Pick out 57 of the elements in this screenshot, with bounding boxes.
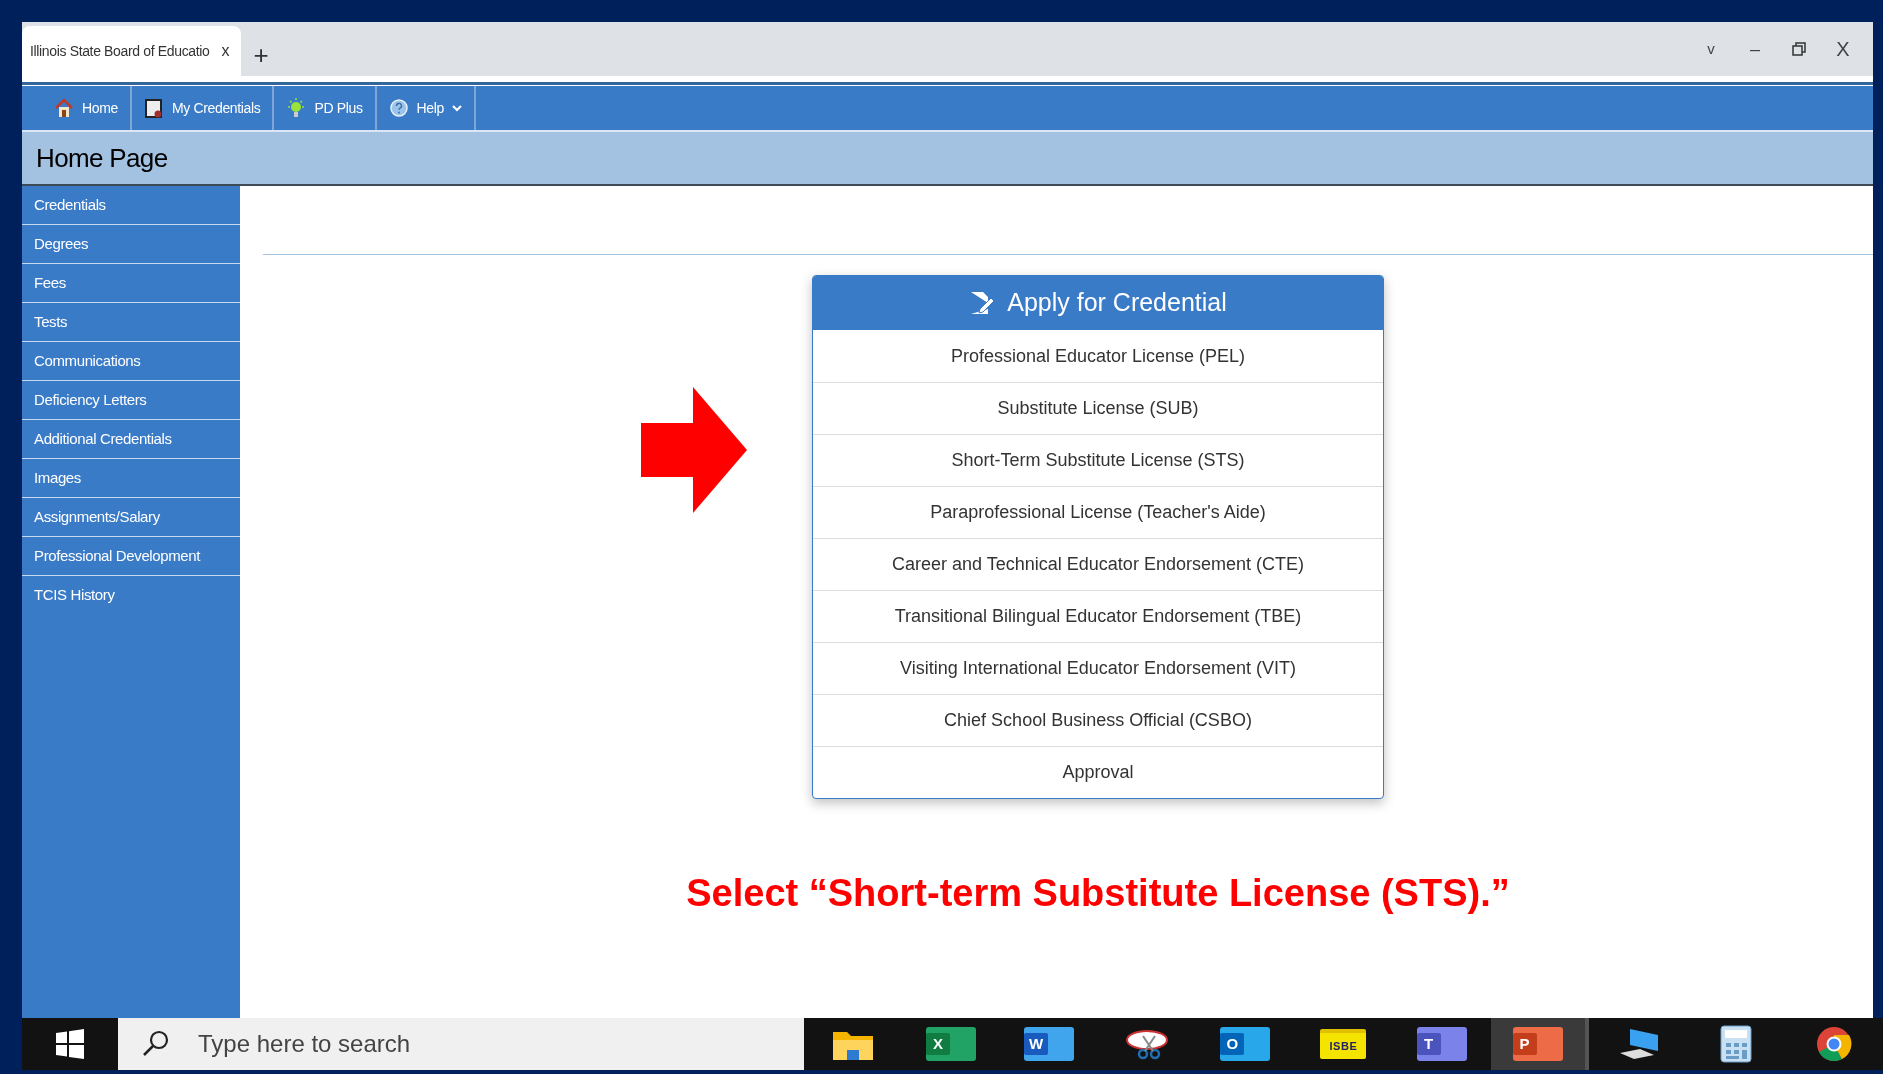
nav-link[interactable]: PD Plus	[274, 86, 377, 130]
sidebar-item[interactable]: Communications	[22, 342, 240, 381]
sidebar-item[interactable]: Fees	[22, 264, 240, 303]
license-option[interactable]: Transitional Bilingual Educator Endorsement (TBE)	[813, 590, 1383, 642]
license-option[interactable]: Substitute License (SUB)	[813, 382, 1383, 434]
instruction-text: Select “Short-term Substitute License (STS).”	[686, 871, 1510, 916]
license-option[interactable]: Visiting International Educator Endorsement (VIT)	[813, 642, 1383, 694]
sidebar-item[interactable]: Images	[22, 459, 240, 498]
card-title: Apply for Credential	[1007, 287, 1227, 319]
license-option[interactable]: Career and Technical Educator Endorsement (CTE)	[813, 538, 1383, 590]
restore-icon	[1792, 42, 1806, 56]
restore-button[interactable]	[1789, 42, 1809, 56]
browser-icon	[1814, 1025, 1853, 1063]
sidebar-item[interactable]: Professional Development	[22, 537, 240, 576]
chat-app-icon: T	[1416, 1027, 1467, 1061]
taskbar-app[interactable]: O	[1196, 1018, 1295, 1070]
windows-icon	[55, 1029, 85, 1059]
lightbulb-icon	[286, 98, 307, 118]
spreadsheet-app-icon: X	[926, 1027, 977, 1061]
certificate-icon	[143, 98, 164, 118]
close-tab-button[interactable]: x	[219, 39, 232, 63]
home-icon	[54, 98, 74, 118]
tab-title: Illinois State Board of Educatio	[30, 41, 210, 61]
nav-link[interactable]: Home	[42, 86, 132, 130]
help-icon	[388, 98, 409, 118]
nav-link[interactable]: Help	[376, 86, 476, 130]
mail-app-icon: O	[1220, 1027, 1271, 1061]
sidebar-item[interactable]: Credentials	[22, 186, 240, 225]
page-title: Home Page	[36, 141, 168, 175]
license-option[interactable]: Paraprofessional License (Teacher's Aide)	[813, 486, 1383, 538]
taskbar-app[interactable]: X	[902, 1018, 1001, 1070]
sidebar-item[interactable]: Assignments/Salary	[22, 498, 240, 537]
document-app-icon: W	[1024, 1027, 1075, 1061]
caret-icon	[451, 104, 462, 112]
nav-link[interactable]: My Credentials	[131, 86, 275, 130]
calculator-icon	[1718, 1025, 1753, 1063]
new-tab-button[interactable]: +	[253, 42, 269, 68]
license-option[interactable]: Approval	[813, 746, 1383, 798]
taskbar-app[interactable]: ISBE	[1294, 1018, 1393, 1070]
license-option[interactable]: Chief School Business Official (CSBO)	[813, 694, 1383, 746]
close-window-button[interactable]: X	[1833, 34, 1853, 64]
taskbar-app[interactable]: T	[1392, 1018, 1491, 1070]
taskbar-app[interactable]: P	[1490, 1018, 1589, 1070]
folder-icon: ISBE	[1320, 1029, 1367, 1059]
sidebar-item[interactable]: Degrees	[22, 225, 240, 264]
search-field[interactable]: Type here to search	[118, 1018, 804, 1070]
sidebar-item[interactable]: Additional Credentials	[22, 420, 240, 459]
sidebar-item[interactable]: Deficiency Letters	[22, 381, 240, 420]
minimize-button[interactable]: –	[1745, 35, 1765, 63]
taskbar-app[interactable]: W	[1000, 1018, 1099, 1070]
license-option[interactable]: Short-Term Substitute License (STS)	[813, 434, 1383, 486]
tab-list-button[interactable]: v	[1701, 37, 1721, 61]
sidebar-item[interactable]: TCIS History	[22, 576, 240, 615]
presentation-app-icon: P	[1512, 1027, 1563, 1061]
license-option[interactable]: Professional Educator License (PEL)	[813, 330, 1383, 382]
browser-tab[interactable]: Illinois State Board of Educatio x	[22, 26, 242, 76]
sidebar-item[interactable]: Tests	[22, 303, 240, 342]
